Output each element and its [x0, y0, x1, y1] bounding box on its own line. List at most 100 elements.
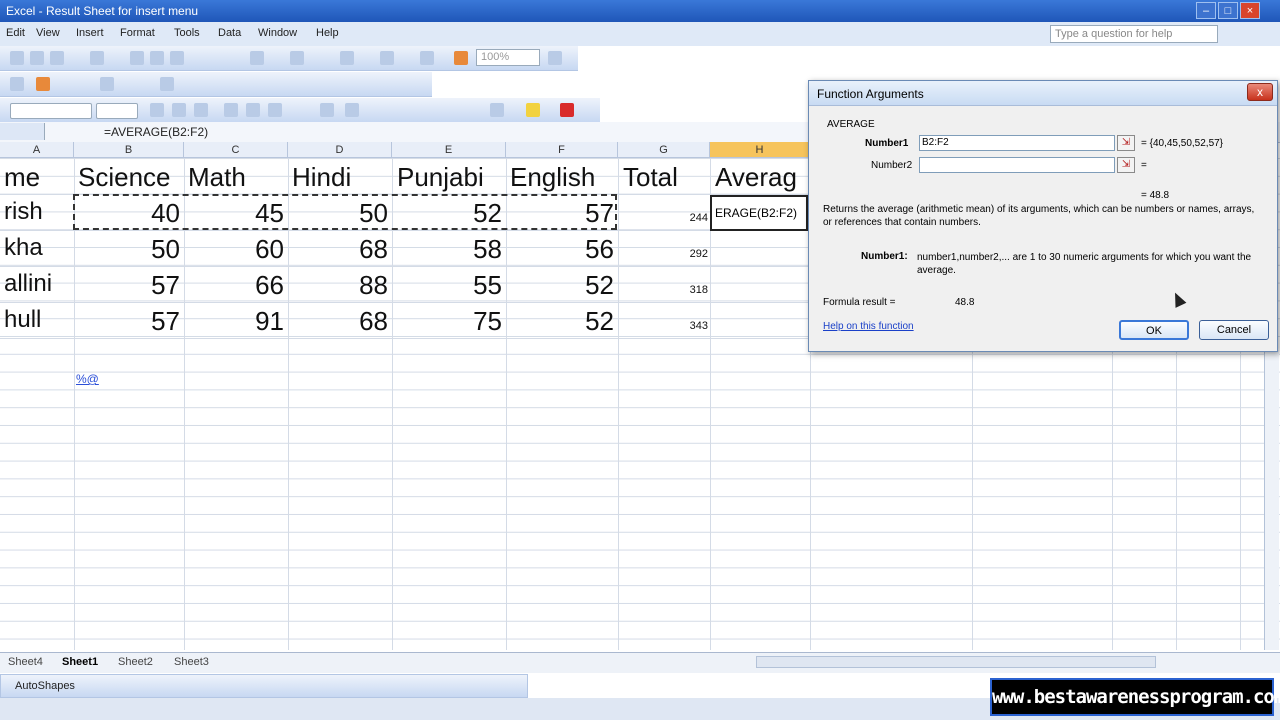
review-icon[interactable]	[10, 77, 24, 91]
new-icon[interactable]	[10, 51, 24, 65]
vertical-scrollbar[interactable]	[1264, 350, 1279, 650]
sort-icon[interactable]	[380, 51, 394, 65]
score-cell[interactable]: 52	[506, 270, 614, 301]
menu-data[interactable]: Data	[218, 27, 241, 39]
zoom-select[interactable]: 100%	[476, 49, 540, 66]
score-cell[interactable]: 57	[74, 306, 180, 337]
active-cell[interactable]: ERAGE(B2:F2)	[710, 195, 808, 231]
column-header-f[interactable]: F	[506, 142, 618, 158]
student-name-cell[interactable]: hull	[4, 306, 41, 334]
bold-icon[interactable]	[150, 103, 164, 117]
autoshapes-menu[interactable]: AutoShapes	[15, 680, 75, 692]
help-search-input[interactable]: Type a question for help	[1050, 25, 1218, 43]
horizontal-scrollbar[interactable]	[756, 656, 1156, 668]
align-left-icon[interactable]	[224, 103, 238, 117]
score-cell[interactable]: 88	[288, 270, 388, 301]
column-header-d[interactable]: D	[288, 142, 392, 158]
print-icon[interactable]	[90, 51, 104, 65]
score-cell[interactable]: 68	[288, 234, 388, 265]
menu-help[interactable]: Help	[316, 27, 339, 39]
formula-input[interactable]: =AVERAGE(B2:F2)	[104, 125, 208, 139]
name-box[interactable]	[0, 123, 45, 140]
student-name-cell[interactable]: allini	[4, 270, 52, 298]
dialog-close-button[interactable]: x	[1247, 83, 1273, 101]
header-cell-average[interactable]: Averag	[715, 162, 807, 193]
header-cell-total[interactable]: Total	[623, 162, 678, 193]
cut-icon[interactable]	[130, 51, 144, 65]
score-cell[interactable]: 60	[184, 234, 284, 265]
column-header-c[interactable]: C	[184, 142, 288, 158]
tab-sheet3[interactable]: Sheet3	[174, 656, 209, 668]
font-color-icon[interactable]	[560, 103, 574, 117]
score-cell[interactable]: 55	[392, 270, 502, 301]
student-name-cell[interactable]: rish	[4, 198, 43, 226]
borders-icon[interactable]	[490, 103, 504, 117]
header-cell-science[interactable]: Science	[78, 162, 171, 193]
open-icon[interactable]	[30, 51, 44, 65]
hyperlink-cell[interactable]: %@	[76, 372, 99, 386]
help-icon[interactable]	[548, 51, 562, 65]
header-cell-hindi[interactable]: Hindi	[292, 162, 351, 193]
student-name-cell[interactable]: kha	[4, 234, 43, 262]
percent-icon[interactable]	[345, 103, 359, 117]
save-icon[interactable]	[50, 51, 64, 65]
score-cell[interactable]: 75	[392, 306, 502, 337]
score-cell[interactable]: 68	[288, 306, 388, 337]
column-header-g[interactable]: G	[618, 142, 710, 158]
header-cell-english[interactable]: English	[510, 162, 595, 193]
total-cell[interactable]: 292	[618, 248, 708, 260]
header-cell-math[interactable]: Math	[188, 162, 246, 193]
tab-sheet2[interactable]: Sheet2	[118, 656, 153, 668]
drawing-icon[interactable]	[454, 51, 468, 65]
align-right-icon[interactable]	[268, 103, 282, 117]
column-header-e[interactable]: E	[392, 142, 506, 158]
total-cell[interactable]: 343	[618, 320, 708, 332]
reply-icon[interactable]	[36, 77, 50, 91]
minimize-button[interactable]: –	[1196, 2, 1216, 19]
copy-icon[interactable]	[150, 51, 164, 65]
italic-icon[interactable]	[172, 103, 186, 117]
score-cell[interactable]: 58	[392, 234, 502, 265]
column-header-a[interactable]: A	[0, 142, 74, 158]
tab-sheet4[interactable]: Sheet4	[8, 656, 43, 668]
header-cell-punjabi[interactable]: Punjabi	[397, 162, 484, 193]
redo-icon[interactable]	[290, 51, 304, 65]
score-cell[interactable]: 57	[74, 270, 180, 301]
column-header-h[interactable]: H	[710, 142, 810, 158]
menu-view[interactable]: View	[36, 27, 60, 39]
tab-sheet1[interactable]: Sheet1	[62, 656, 98, 668]
align-center-icon[interactable]	[246, 103, 260, 117]
help-on-function-link[interactable]: Help on this function	[823, 321, 914, 332]
chart-icon[interactable]	[420, 51, 434, 65]
paste-icon[interactable]	[170, 51, 184, 65]
menu-edit[interactable]: Edit	[6, 27, 25, 39]
menu-insert[interactable]: Insert	[76, 27, 104, 39]
autosum-icon[interactable]	[340, 51, 354, 65]
fill-color-icon[interactable]	[526, 103, 540, 117]
number1-input[interactable]: B2:F2	[919, 135, 1115, 151]
column-header-b[interactable]: B	[74, 142, 184, 158]
edit-icon[interactable]	[160, 77, 174, 91]
currency-icon[interactable]	[320, 103, 334, 117]
menu-tools[interactable]: Tools	[174, 27, 200, 39]
menu-window[interactable]: Window	[258, 27, 297, 39]
track-icon[interactable]	[100, 77, 114, 91]
score-cell[interactable]: 56	[506, 234, 614, 265]
total-cell[interactable]: 318	[618, 284, 708, 296]
score-cell[interactable]: 50	[74, 234, 180, 265]
font-size-select[interactable]	[96, 103, 138, 119]
cancel-button[interactable]: Cancel	[1199, 320, 1269, 340]
collapse-dialog-icon[interactable]: ⇲	[1117, 157, 1135, 173]
maximize-button[interactable]: □	[1218, 2, 1238, 19]
undo-icon[interactable]	[250, 51, 264, 65]
ok-button[interactable]: OK	[1119, 320, 1189, 340]
close-window-button[interactable]: ×	[1240, 2, 1260, 19]
score-cell[interactable]: 91	[184, 306, 284, 337]
font-select[interactable]	[10, 103, 92, 119]
total-cell[interactable]: 244	[618, 212, 708, 224]
number2-input[interactable]	[919, 157, 1115, 173]
collapse-dialog-icon[interactable]: ⇲	[1117, 135, 1135, 151]
score-cell[interactable]: 52	[506, 306, 614, 337]
menu-format[interactable]: Format	[120, 27, 155, 39]
score-cell[interactable]: 66	[184, 270, 284, 301]
